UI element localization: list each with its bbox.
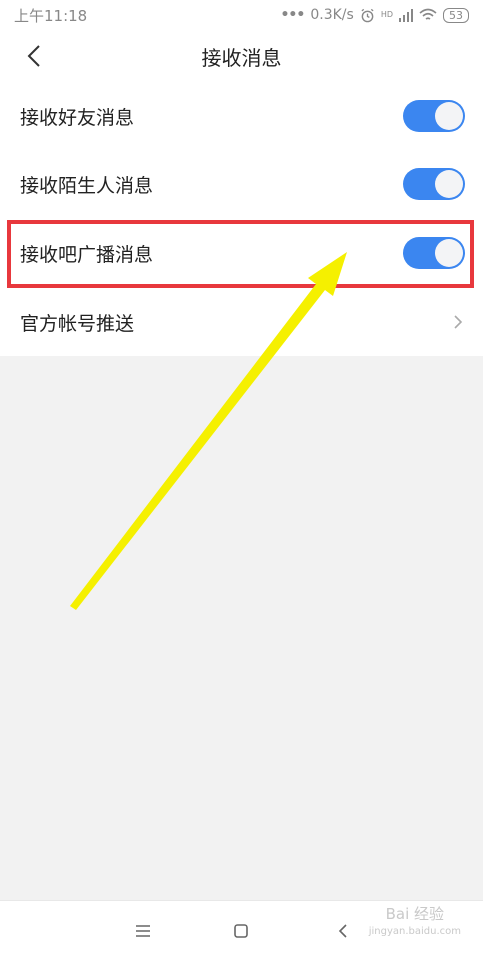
friend-messages-toggle[interactable] [403, 100, 465, 132]
setting-row-friend-messages: 接收好友消息 [0, 82, 483, 150]
setting-row-broadcast-messages: 接收吧广播消息 [0, 218, 483, 288]
page-header: 接收消息 [0, 30, 483, 82]
setting-label: 接收陌生人消息 [20, 174, 154, 197]
broadcast-messages-toggle[interactable] [403, 237, 465, 269]
stranger-messages-toggle[interactable] [403, 168, 465, 200]
setting-row-stranger-messages: 接收陌生人消息 [0, 150, 483, 218]
menu-button[interactable] [131, 919, 155, 943]
toggle-knob [435, 102, 463, 130]
status-time: 上午11:18 [14, 6, 88, 25]
wifi-icon [419, 8, 437, 20]
nav-back-button[interactable] [331, 919, 355, 943]
back-icon [338, 924, 347, 938]
home-button[interactable] [229, 919, 253, 943]
hd-label: HD [380, 10, 393, 19]
setting-row-official-push[interactable]: 官方帐号推送 [0, 288, 483, 356]
chevron-right-icon [454, 315, 463, 329]
settings-list: 接收好友消息 接收陌生人消息 接收吧广播消息 官方帐号推送 [0, 82, 483, 356]
baidu-watermark: Bai 经验 jingyan.baidu.com [369, 905, 461, 941]
toggle-knob [435, 170, 463, 198]
home-square-icon [234, 924, 248, 938]
toggle-knob [435, 239, 463, 267]
menu-icon [136, 925, 150, 937]
status-bar: 上午11:18 ••• 0.3K/s HD 53 [0, 0, 483, 30]
page-title: 接收消息 [201, 45, 282, 70]
dots-icon: ••• [280, 7, 305, 23]
watermark-subtext: jingyan.baidu.com [368, 926, 461, 937]
app-screen: 上午11:18 ••• 0.3K/s HD 53 接收消息 接收好友消息 接收陌… [0, 0, 483, 960]
setting-label: 接收吧广播消息 [20, 243, 154, 266]
network-speed: 0.3K/s [310, 7, 354, 23]
battery-icon: 53 [443, 7, 469, 23]
setting-label: 官方帐号推送 [20, 312, 135, 335]
status-icons: ••• 0.3K/s HD 53 [280, 7, 469, 23]
chevron-left-icon [27, 45, 40, 67]
back-button[interactable] [14, 38, 54, 74]
signal-icon [399, 9, 413, 22]
watermark-text: Bai 经验 [385, 905, 445, 923]
setting-label: 接收好友消息 [20, 106, 135, 129]
alarm-icon [361, 8, 374, 22]
